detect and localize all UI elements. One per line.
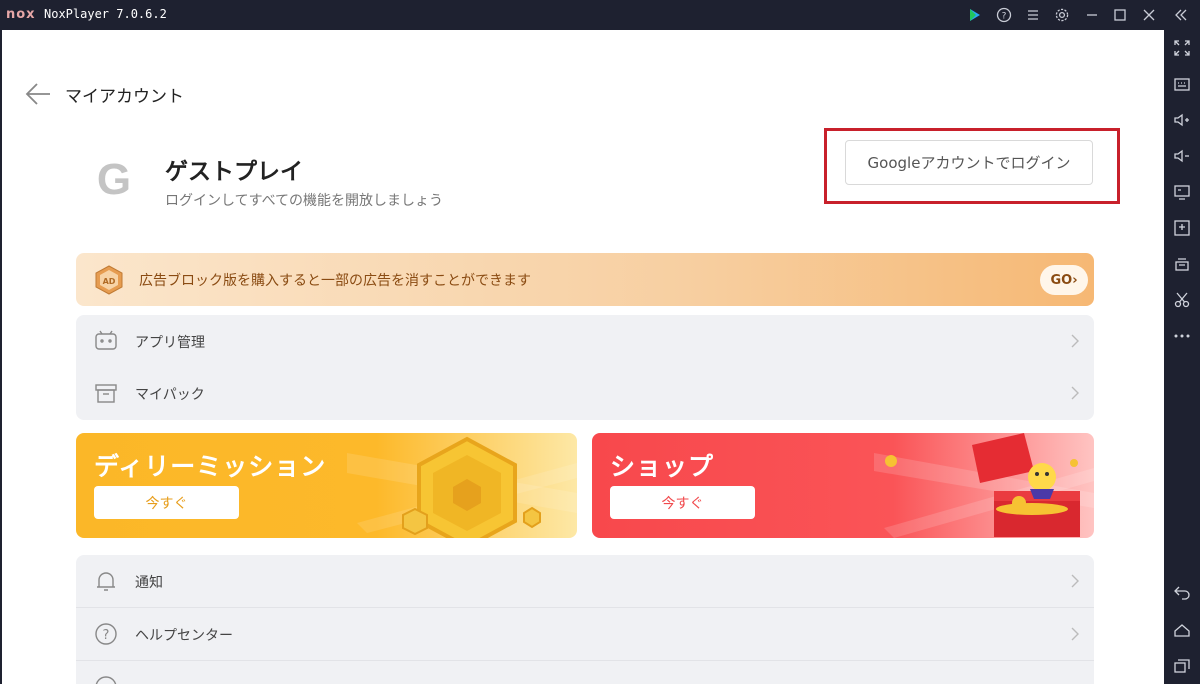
help-icon[interactable]: ? bbox=[993, 4, 1015, 26]
ad-block-banner[interactable]: AD 広告ブロック版を購入すると一部の広告を消すことができます GO › bbox=[76, 253, 1094, 306]
multi-instance-icon[interactable] bbox=[1170, 252, 1194, 276]
chevron-right-icon bbox=[1070, 385, 1080, 401]
list-item-help-center[interactable]: ? ヘルプセンター bbox=[76, 608, 1094, 660]
screen-icon[interactable] bbox=[1170, 180, 1194, 204]
go-label: GO bbox=[1050, 272, 1073, 288]
keyboard-icon[interactable] bbox=[1170, 72, 1194, 96]
recent-apps-icon[interactable] bbox=[1170, 654, 1194, 678]
back-icon[interactable] bbox=[1170, 580, 1194, 604]
screenshot-scissors-icon[interactable] bbox=[1170, 288, 1194, 312]
close-icon[interactable] bbox=[1138, 4, 1160, 26]
chevron-right-icon: › bbox=[1072, 272, 1078, 288]
app-content: マイアカウント G ゲストプレイ ログインしてすべての機能を開放しましょう Go… bbox=[0, 30, 1164, 684]
android-app-icon bbox=[94, 329, 118, 353]
play-store-icon[interactable] bbox=[964, 4, 986, 26]
card-title: ディリーミッション bbox=[94, 452, 327, 481]
svg-text:G: G bbox=[97, 155, 131, 202]
list-item-label: 通知 bbox=[135, 575, 163, 591]
list-item-label: アプリ管理 bbox=[135, 335, 205, 351]
google-avatar-icon: G bbox=[90, 154, 138, 204]
login-prompt: ログインしてすべての機能を開放しましょう bbox=[165, 193, 444, 209]
menu-icon[interactable] bbox=[1022, 4, 1044, 26]
window-title: NoxPlayer 7.0.6.2 bbox=[44, 7, 167, 21]
menu-group-apps: アプリ管理 マイパック bbox=[76, 315, 1094, 420]
menu-group-support: 通知 ? ヘルプセンター bbox=[76, 555, 1094, 684]
guest-name: ゲストプレイ bbox=[165, 159, 303, 185]
svg-text:AD: AD bbox=[103, 277, 116, 286]
chevron-right-icon bbox=[1070, 333, 1080, 349]
chevron-right-icon bbox=[1070, 626, 1080, 642]
list-item-partial[interactable] bbox=[76, 661, 1094, 684]
go-button[interactable]: GO › bbox=[1040, 265, 1088, 295]
list-item-label: ヘルプセンター bbox=[135, 628, 233, 644]
list-item-notifications[interactable]: 通知 bbox=[76, 555, 1094, 607]
svg-text:?: ? bbox=[1002, 12, 1007, 22]
ad-banner-text: 広告ブロック版を購入すると一部の広告を消すことができます bbox=[139, 273, 531, 289]
add-apk-icon[interactable] bbox=[1170, 216, 1194, 240]
daily-mission-card[interactable]: ディリーミッション 今すぐ bbox=[76, 433, 577, 538]
page-title: マイアカウント bbox=[65, 87, 184, 107]
hexagon-badge-illustration bbox=[347, 433, 577, 538]
chevron-right-icon bbox=[1070, 573, 1080, 589]
nox-logo: nox bbox=[6, 7, 36, 22]
home-icon[interactable] bbox=[1170, 618, 1194, 642]
right-toolbar bbox=[1164, 30, 1200, 684]
question-circle-icon: ? bbox=[94, 622, 118, 646]
list-item-my-pack[interactable]: マイパック bbox=[76, 367, 1094, 419]
card-title: ショップ bbox=[610, 452, 715, 481]
settings-icon[interactable] bbox=[1051, 4, 1073, 26]
bell-icon bbox=[94, 569, 118, 593]
collapse-icon[interactable] bbox=[1170, 4, 1192, 26]
list-item-app-management[interactable]: アプリ管理 bbox=[76, 315, 1094, 367]
fullscreen-icon[interactable] bbox=[1170, 36, 1194, 60]
minimize-icon[interactable] bbox=[1081, 4, 1103, 26]
gift-box-illustration bbox=[864, 433, 1094, 538]
shop-now-button[interactable]: 今すぐ bbox=[610, 486, 755, 519]
svg-text:?: ? bbox=[103, 628, 110, 643]
google-login-button[interactable]: Googleアカウントでログイン bbox=[845, 140, 1093, 185]
ad-block-icon: AD bbox=[94, 265, 124, 295]
back-arrow-icon[interactable] bbox=[24, 80, 52, 108]
list-item-label: マイパック bbox=[135, 387, 205, 403]
volume-down-icon[interactable] bbox=[1170, 144, 1194, 168]
volume-up-icon[interactable] bbox=[1170, 108, 1194, 132]
more-icon[interactable] bbox=[1170, 324, 1194, 348]
maximize-icon[interactable] bbox=[1109, 4, 1131, 26]
info-icon bbox=[94, 675, 118, 684]
title-bar: nox NoxPlayer 7.0.6.2 ? bbox=[0, 0, 1200, 30]
shop-card[interactable]: ショップ 今すぐ bbox=[592, 433, 1094, 538]
box-icon bbox=[94, 381, 118, 405]
daily-now-button[interactable]: 今すぐ bbox=[94, 486, 239, 519]
